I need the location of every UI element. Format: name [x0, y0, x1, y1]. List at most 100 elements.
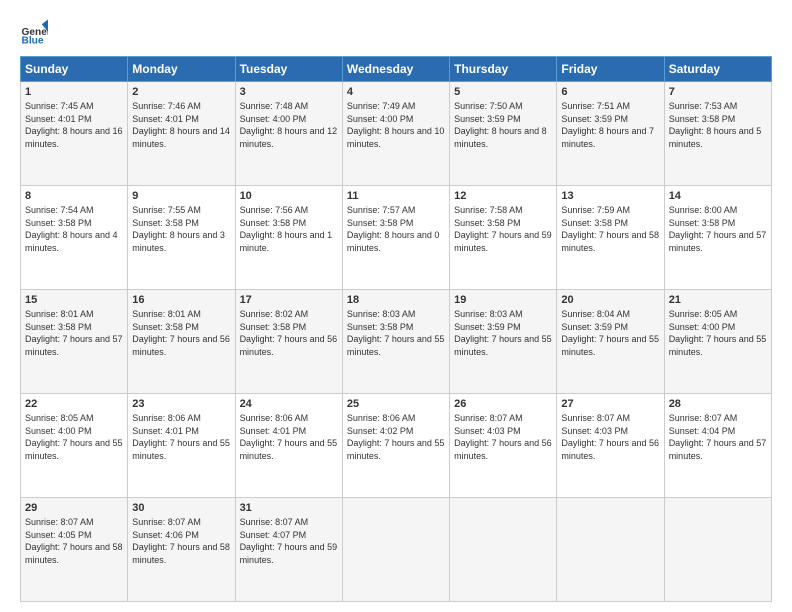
day-info: Sunrise: 7:45 AMSunset: 4:01 PMDaylight:… [25, 100, 123, 150]
header-sunday: Sunday [21, 57, 128, 82]
day-cell: 11 Sunrise: 7:57 AM Sunset: 3:58 PM Dayl… [342, 186, 449, 290]
day-number: 23 [132, 398, 230, 410]
day-number: 7 [669, 86, 767, 98]
day-number: 17 [240, 294, 338, 306]
day-cell: 4 Sunrise: 7:49 AM Sunset: 4:00 PM Dayli… [342, 82, 449, 186]
day-cell: 24 Sunrise: 8:06 AM Sunset: 4:01 PM Dayl… [235, 394, 342, 498]
calendar-row: 22 Sunrise: 8:05 AM Sunset: 4:00 PM Dayl… [21, 394, 772, 498]
day-number: 14 [669, 190, 767, 202]
calendar-table: Sunday Monday Tuesday Wednesday Thursday… [20, 56, 772, 602]
empty-cell [557, 498, 664, 602]
day-cell: 1 Sunrise: 7:45 AMSunset: 4:01 PMDayligh… [21, 82, 128, 186]
day-cell: 3 Sunrise: 7:48 AM Sunset: 4:00 PM Dayli… [235, 82, 342, 186]
empty-cell [450, 498, 557, 602]
day-number: 15 [25, 294, 123, 306]
header-wednesday: Wednesday [342, 57, 449, 82]
header-friday: Friday [557, 57, 664, 82]
day-number: 13 [561, 190, 659, 202]
day-number: 12 [454, 190, 552, 202]
day-cell: 17 Sunrise: 8:02 AM Sunset: 3:58 PM Dayl… [235, 290, 342, 394]
day-info: Sunrise: 7:48 AM Sunset: 4:00 PM Dayligh… [240, 100, 338, 150]
day-number: 20 [561, 294, 659, 306]
day-info: Sunrise: 8:05 AM Sunset: 4:00 PM Dayligh… [669, 308, 767, 358]
day-cell: 30 Sunrise: 8:07 AM Sunset: 4:06 PM Dayl… [128, 498, 235, 602]
day-cell: 5 Sunrise: 7:50 AM Sunset: 3:59 PM Dayli… [450, 82, 557, 186]
weekday-header-row: Sunday Monday Tuesday Wednesday Thursday… [21, 57, 772, 82]
day-info: Sunrise: 7:54 AM Sunset: 3:58 PM Dayligh… [25, 204, 123, 254]
day-number: 19 [454, 294, 552, 306]
day-info: Sunrise: 7:53 AM Sunset: 3:58 PM Dayligh… [669, 100, 767, 150]
day-number: 3 [240, 86, 338, 98]
day-info: Sunrise: 8:04 AM Sunset: 3:59 PM Dayligh… [561, 308, 659, 358]
svg-text:Blue: Blue [22, 36, 44, 46]
day-cell: 21 Sunrise: 8:05 AM Sunset: 4:00 PM Dayl… [664, 290, 771, 394]
day-cell: 7 Sunrise: 7:53 AM Sunset: 3:58 PM Dayli… [664, 82, 771, 186]
day-info: Sunrise: 7:56 AM Sunset: 3:58 PM Dayligh… [240, 204, 338, 254]
day-number: 24 [240, 398, 338, 410]
day-info: Sunrise: 8:05 AM Sunset: 4:00 PM Dayligh… [25, 412, 123, 462]
day-cell: 9 Sunrise: 7:55 AM Sunset: 3:58 PM Dayli… [128, 186, 235, 290]
day-info: Sunrise: 8:00 AM Sunset: 3:58 PM Dayligh… [669, 204, 767, 254]
day-number: 1 [25, 86, 123, 98]
day-info: Sunrise: 8:07 AM Sunset: 4:03 PM Dayligh… [454, 412, 552, 462]
day-info: Sunrise: 8:07 AM Sunset: 4:05 PM Dayligh… [25, 516, 123, 566]
day-cell: 26 Sunrise: 8:07 AM Sunset: 4:03 PM Dayl… [450, 394, 557, 498]
day-info: Sunrise: 7:58 AM Sunset: 3:58 PM Dayligh… [454, 204, 552, 254]
day-cell: 14 Sunrise: 8:00 AM Sunset: 3:58 PM Dayl… [664, 186, 771, 290]
day-cell: 18 Sunrise: 8:03 AM Sunset: 3:58 PM Dayl… [342, 290, 449, 394]
day-cell: 29 Sunrise: 8:07 AM Sunset: 4:05 PM Dayl… [21, 498, 128, 602]
day-cell: 6 Sunrise: 7:51 AM Sunset: 3:59 PM Dayli… [557, 82, 664, 186]
day-cell: 10 Sunrise: 7:56 AM Sunset: 3:58 PM Dayl… [235, 186, 342, 290]
day-info: Sunrise: 7:57 AM Sunset: 3:58 PM Dayligh… [347, 204, 445, 254]
day-number: 21 [669, 294, 767, 306]
day-cell: 27 Sunrise: 8:07 AM Sunset: 4:03 PM Dayl… [557, 394, 664, 498]
day-number: 29 [25, 502, 123, 514]
day-info: Sunrise: 8:01 AM Sunset: 3:58 PM Dayligh… [25, 308, 123, 358]
day-cell: 25 Sunrise: 8:06 AM Sunset: 4:02 PM Dayl… [342, 394, 449, 498]
day-number: 4 [347, 86, 445, 98]
day-info: Sunrise: 8:01 AM Sunset: 3:58 PM Dayligh… [132, 308, 230, 358]
header: General Blue [20, 18, 772, 46]
calendar-row: 8 Sunrise: 7:54 AM Sunset: 3:58 PM Dayli… [21, 186, 772, 290]
day-number: 27 [561, 398, 659, 410]
day-number: 25 [347, 398, 445, 410]
header-monday: Monday [128, 57, 235, 82]
day-cell: 19 Sunrise: 8:03 AM Sunset: 3:59 PM Dayl… [450, 290, 557, 394]
day-number: 22 [25, 398, 123, 410]
day-number: 16 [132, 294, 230, 306]
calendar-row: 15 Sunrise: 8:01 AM Sunset: 3:58 PM Dayl… [21, 290, 772, 394]
page: General Blue Sunday Monday Tuesday Wedne… [0, 0, 792, 612]
day-number: 2 [132, 86, 230, 98]
day-info: Sunrise: 7:55 AM Sunset: 3:58 PM Dayligh… [132, 204, 230, 254]
calendar-row: 1 Sunrise: 7:45 AMSunset: 4:01 PMDayligh… [21, 82, 772, 186]
logo: General Blue [20, 18, 48, 46]
day-number: 10 [240, 190, 338, 202]
day-cell: 22 Sunrise: 8:05 AM Sunset: 4:00 PM Dayl… [21, 394, 128, 498]
day-info: Sunrise: 8:06 AM Sunset: 4:01 PM Dayligh… [240, 412, 338, 462]
day-cell: 12 Sunrise: 7:58 AM Sunset: 3:58 PM Dayl… [450, 186, 557, 290]
day-number: 18 [347, 294, 445, 306]
day-info: Sunrise: 8:07 AM Sunset: 4:06 PM Dayligh… [132, 516, 230, 566]
day-cell: 2 Sunrise: 7:46 AM Sunset: 4:01 PM Dayli… [128, 82, 235, 186]
day-info: Sunrise: 8:07 AM Sunset: 4:03 PM Dayligh… [561, 412, 659, 462]
header-thursday: Thursday [450, 57, 557, 82]
day-cell: 23 Sunrise: 8:06 AM Sunset: 4:01 PM Dayl… [128, 394, 235, 498]
day-cell: 31 Sunrise: 8:07 AM Sunset: 4:07 PM Dayl… [235, 498, 342, 602]
header-tuesday: Tuesday [235, 57, 342, 82]
day-cell: 13 Sunrise: 7:59 AM Sunset: 3:58 PM Dayl… [557, 186, 664, 290]
empty-cell [664, 498, 771, 602]
calendar-row: 29 Sunrise: 8:07 AM Sunset: 4:05 PM Dayl… [21, 498, 772, 602]
day-number: 6 [561, 86, 659, 98]
day-number: 26 [454, 398, 552, 410]
day-cell: 28 Sunrise: 8:07 AM Sunset: 4:04 PM Dayl… [664, 394, 771, 498]
day-info: Sunrise: 8:02 AM Sunset: 3:58 PM Dayligh… [240, 308, 338, 358]
day-cell: 15 Sunrise: 8:01 AM Sunset: 3:58 PM Dayl… [21, 290, 128, 394]
day-info: Sunrise: 7:50 AM Sunset: 3:59 PM Dayligh… [454, 100, 552, 150]
day-cell: 20 Sunrise: 8:04 AM Sunset: 3:59 PM Dayl… [557, 290, 664, 394]
day-info: Sunrise: 7:59 AM Sunset: 3:58 PM Dayligh… [561, 204, 659, 254]
day-number: 11 [347, 190, 445, 202]
day-info: Sunrise: 7:46 AM Sunset: 4:01 PM Dayligh… [132, 100, 230, 150]
day-number: 5 [454, 86, 552, 98]
day-info: Sunrise: 8:03 AM Sunset: 3:58 PM Dayligh… [347, 308, 445, 358]
header-saturday: Saturday [664, 57, 771, 82]
